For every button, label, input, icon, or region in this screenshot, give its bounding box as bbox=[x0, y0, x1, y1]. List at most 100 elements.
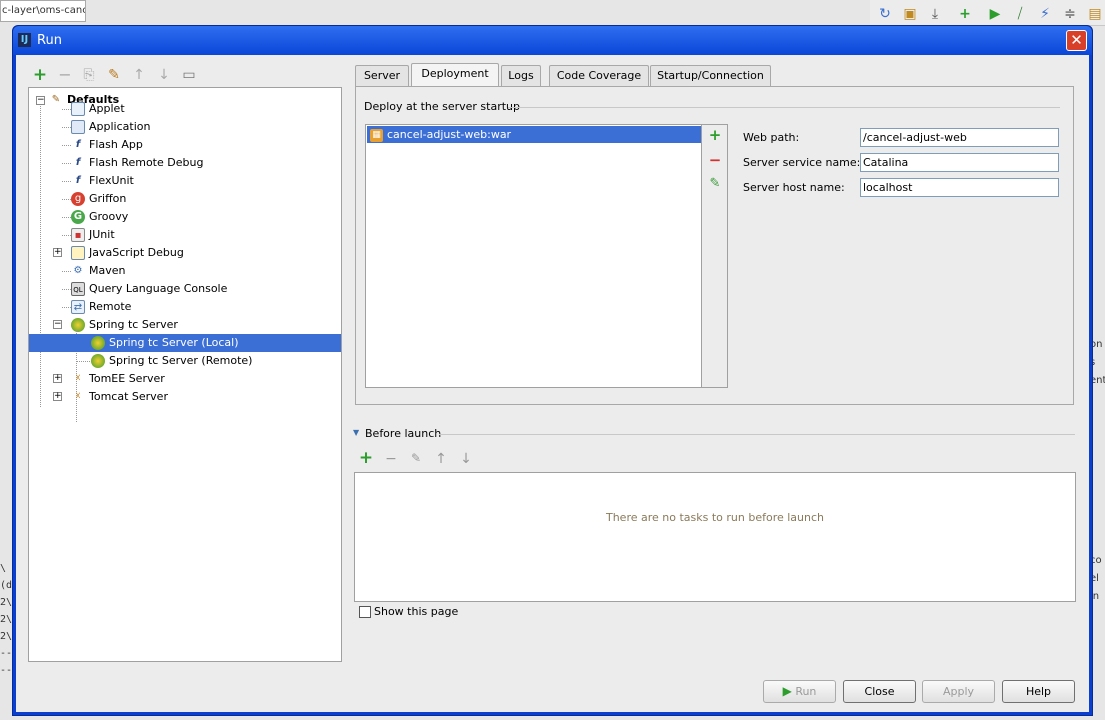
section-divider bbox=[508, 107, 1060, 108]
ide-toolbar: ↻ ▣ ⤓ + ▶ ⧸ ⚡ ≑ ▤ bbox=[870, 0, 1105, 26]
tree-branch bbox=[62, 217, 71, 218]
remove-configuration-button[interactable]: − bbox=[56, 67, 74, 83]
tree-item-label: Flash App bbox=[89, 138, 143, 151]
server-service-name-input[interactable] bbox=[860, 153, 1059, 172]
collapse-arrow-icon[interactable]: ▼ bbox=[353, 428, 359, 437]
tree-branch bbox=[62, 235, 71, 236]
artifact-list[interactable]: ▦ cancel-adjust-web:war bbox=[365, 124, 702, 388]
tree-item-spring-tc-server[interactable]: Spring tc Server bbox=[71, 316, 178, 334]
debug-icon[interactable]: ⧸ bbox=[1011, 5, 1029, 23]
remove-artifact-button[interactable]: − bbox=[706, 151, 724, 169]
tree-item-spring-tc-server-local[interactable]: Spring tc Server (Local) bbox=[29, 334, 341, 352]
tree-item-label: Applet bbox=[89, 102, 125, 115]
edit-defaults-button[interactable]: ✎ bbox=[105, 67, 123, 83]
title-bar[interactable]: IJ Run ✕ bbox=[13, 26, 1092, 55]
move-task-down-button[interactable]: ↓ bbox=[457, 451, 475, 467]
spring-icon bbox=[91, 336, 105, 350]
tree-item-label: Query Language Console bbox=[89, 282, 228, 295]
folder-button[interactable]: ▭ bbox=[180, 67, 198, 83]
collapse-icon[interactable]: ≑ bbox=[1061, 5, 1079, 23]
configuration-tree[interactable]: − ✎ Defaults Applet Application f Flash Ap… bbox=[28, 87, 342, 662]
server-host-name-input[interactable] bbox=[860, 178, 1059, 197]
profile-icon[interactable]: ⚡ bbox=[1036, 5, 1054, 23]
tree-item-applet[interactable]: Applet bbox=[71, 100, 125, 118]
list-item[interactable]: ▦ cancel-adjust-web:war bbox=[367, 126, 701, 143]
remove-task-button[interactable]: − bbox=[382, 451, 400, 467]
tab-server[interactable]: Server bbox=[355, 65, 409, 86]
tree-branch bbox=[62, 163, 71, 164]
tree-item-application[interactable]: Application bbox=[71, 118, 150, 136]
add-configuration-button[interactable]: + bbox=[31, 67, 49, 84]
collapse-icon[interactable]: − bbox=[36, 96, 45, 105]
tree-branch bbox=[62, 109, 71, 110]
move-down-button[interactable]: ↓ bbox=[155, 67, 173, 83]
tree-item-flash-app[interactable]: f Flash App bbox=[71, 136, 143, 154]
defaults-icon: ✎ bbox=[51, 94, 61, 105]
web-path-input[interactable] bbox=[860, 128, 1059, 147]
tree-item-query-language-console[interactable]: QL Query Language Console bbox=[71, 280, 227, 298]
tab-code-coverage[interactable]: Code Coverage bbox=[549, 65, 649, 86]
folder-icon[interactable]: ▣ bbox=[901, 5, 919, 23]
tab-logs[interactable]: Logs bbox=[501, 65, 541, 86]
tree-branch bbox=[62, 199, 71, 200]
war-artifact-icon: ▦ bbox=[370, 128, 383, 142]
move-up-button[interactable]: ↑ bbox=[130, 67, 148, 83]
tree-branch bbox=[62, 289, 71, 290]
edit-task-button[interactable]: ✎ bbox=[407, 451, 425, 465]
tree-item-maven[interactable]: ⚙ Maven bbox=[71, 262, 126, 280]
expand-icon[interactable]: + bbox=[53, 248, 62, 257]
tree-item-groovy[interactable]: G Groovy bbox=[71, 208, 128, 226]
section-divider bbox=[439, 434, 1075, 435]
expand-icon[interactable]: + bbox=[53, 374, 62, 383]
show-this-page-checkbox[interactable] bbox=[359, 606, 371, 618]
tree-item-label: Flash Remote Debug bbox=[89, 156, 204, 169]
artifact-label: cancel-adjust-web:war bbox=[387, 128, 512, 141]
tree-item-tomee-server[interactable]: ☓ TomEE Server bbox=[71, 370, 164, 388]
edit-artifact-button[interactable]: ✎ bbox=[706, 176, 724, 191]
move-task-up-button[interactable]: ↑ bbox=[432, 451, 450, 467]
tree-item-label: Maven bbox=[89, 264, 126, 277]
settings-icon[interactable]: ▤ bbox=[1086, 5, 1104, 23]
before-launch-title[interactable]: Before launch bbox=[365, 427, 441, 440]
before-launch-task-list[interactable]: There are no tasks to run before launch bbox=[354, 472, 1076, 602]
intellij-icon: IJ bbox=[18, 33, 31, 47]
deployment-panel: Deploy at the server startup ▦ cancel-adj… bbox=[355, 86, 1074, 405]
editor-tab[interactable]: c-layer\oms-cance bbox=[0, 0, 86, 22]
copy-configuration-button[interactable]: ⎘ bbox=[80, 67, 98, 83]
add-task-button[interactable]: + bbox=[357, 448, 375, 468]
tree-item-javascript-debug[interactable]: JavaScript Debug bbox=[71, 244, 184, 262]
tab-startup-connection[interactable]: Startup/Connection bbox=[650, 65, 771, 86]
tree-branch bbox=[62, 127, 71, 128]
download-icon[interactable]: ⤓ bbox=[926, 5, 944, 23]
tree-item-spring-tc-server-remote[interactable]: Spring tc Server (Remote) bbox=[91, 352, 252, 370]
server-service-name-label: Server service name: bbox=[743, 156, 861, 169]
tab-deployment[interactable]: Deployment bbox=[411, 63, 499, 87]
expand-icon[interactable]: + bbox=[53, 392, 62, 401]
add-artifact-button[interactable]: + bbox=[706, 126, 724, 144]
tree-item-label: Tomcat Server bbox=[89, 390, 168, 403]
tree-branch bbox=[62, 307, 71, 308]
tree-item-flexunit[interactable]: f FlexUnit bbox=[71, 172, 134, 190]
groovy-icon: G bbox=[71, 210, 85, 224]
tree-item-label: JUnit bbox=[89, 228, 115, 241]
artifact-toolbar: + − ✎ bbox=[702, 124, 728, 388]
collapse-icon[interactable]: − bbox=[53, 320, 62, 329]
tree-branch bbox=[62, 181, 71, 182]
apply-button[interactable]: Apply bbox=[922, 680, 995, 703]
deploy-section-title: Deploy at the server startup bbox=[364, 100, 521, 113]
tree-item-flash-remote-debug[interactable]: f Flash Remote Debug bbox=[71, 154, 204, 172]
flexunit-icon: f bbox=[75, 175, 81, 186]
close-button[interactable]: Close bbox=[843, 680, 916, 703]
add-icon[interactable]: + bbox=[956, 5, 974, 23]
tree-item-tomcat-server[interactable]: ☓ Tomcat Server bbox=[71, 388, 168, 406]
run-button[interactable]: ▶ Run bbox=[763, 680, 836, 703]
help-button[interactable]: Help bbox=[1002, 680, 1075, 703]
tree-item-remote[interactable]: ⇄ Remote bbox=[71, 298, 131, 316]
tree-item-label: JavaScript Debug bbox=[89, 246, 184, 259]
window-close-button[interactable]: ✕ bbox=[1066, 30, 1087, 51]
tree-item-griffon[interactable]: g Griffon bbox=[71, 190, 126, 208]
tree-item-junit[interactable]: ▪ JUnit bbox=[71, 226, 115, 244]
run-icon[interactable]: ▶ bbox=[986, 5, 1004, 23]
sync-icon[interactable]: ↻ bbox=[876, 5, 894, 23]
tree-guide bbox=[40, 101, 41, 407]
